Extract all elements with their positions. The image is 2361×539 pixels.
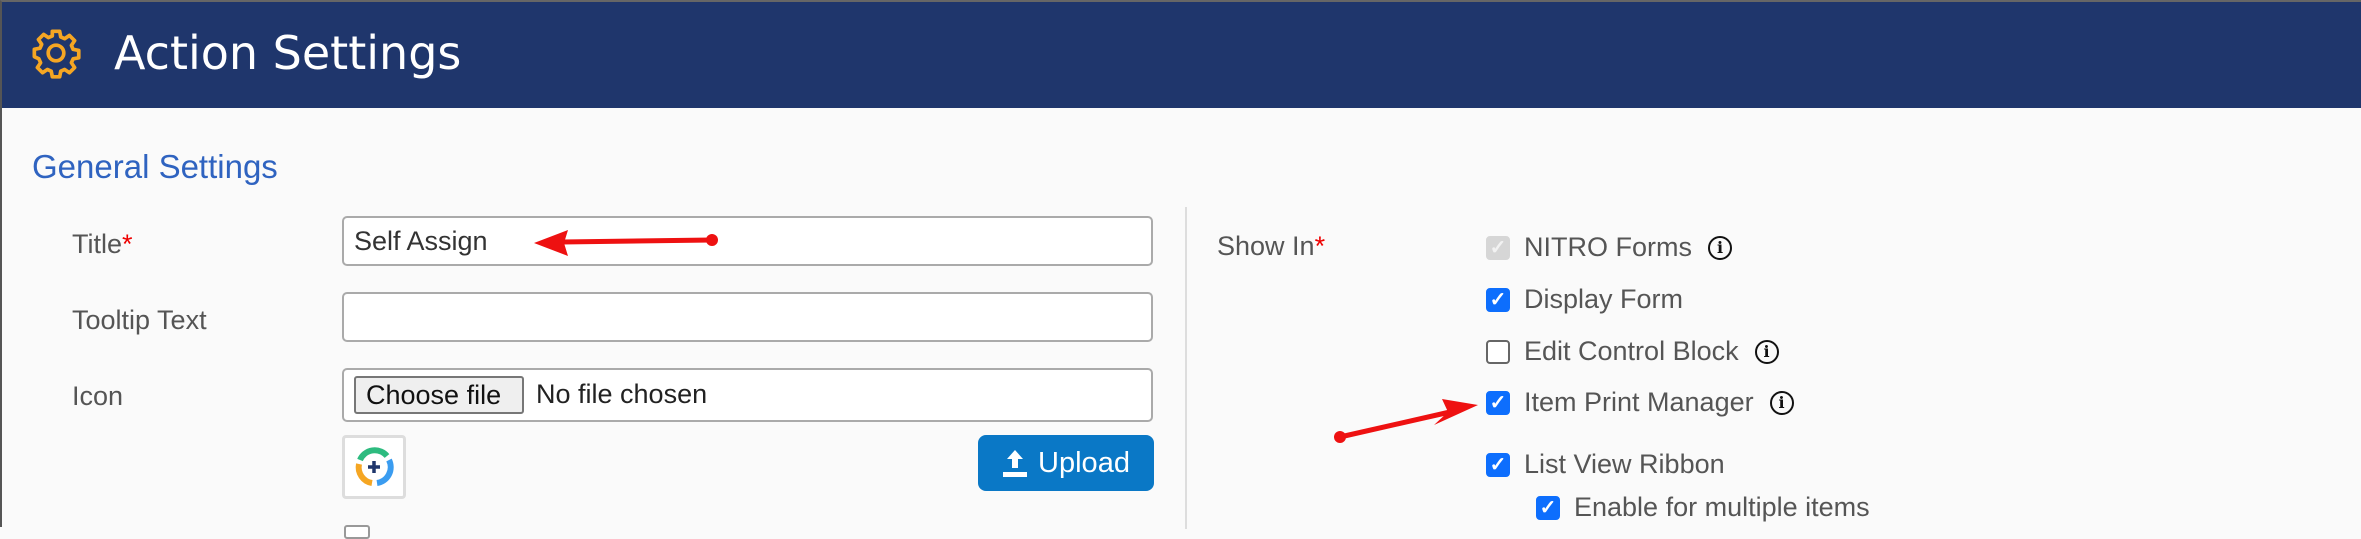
annotation-arrow-item-print-manager	[1334, 399, 1478, 443]
circular-arrows-plus-icon	[355, 447, 394, 486]
upload-button[interactable]: Upload	[978, 435, 1154, 491]
file-status-text: No file chosen	[536, 379, 708, 409]
icon-file-input[interactable]: Choose file No file chosen	[342, 368, 1153, 422]
title-input[interactable]: Self Assign	[342, 216, 1153, 266]
display-form-checkbox[interactable]: ✓	[1486, 287, 1510, 312]
gear-icon	[32, 29, 81, 79]
column-divider	[1185, 207, 1187, 529]
option-item-print-manager[interactable]: ✓ Item Print Manager i	[1486, 387, 1794, 418]
nitro-forms-checkbox: ✓	[1486, 235, 1510, 260]
list-view-ribbon-checkbox[interactable]: ✓	[1486, 452, 1510, 477]
title-input-value: Self Assign	[354, 226, 488, 256]
info-icon[interactable]: i	[1769, 390, 1794, 415]
section-title-general-settings: General Settings	[32, 148, 278, 185]
item-print-manager-label: Item Print Manager	[1524, 387, 1754, 417]
list-view-ribbon-label: List View Ribbon	[1524, 449, 1725, 479]
info-icon[interactable]: i	[1754, 339, 1779, 364]
tooltip-text-input[interactable]	[342, 292, 1153, 342]
icon-preview	[342, 435, 406, 499]
tooltip-text-label: Tooltip Text	[72, 305, 207, 335]
choose-file-button[interactable]: Choose file	[354, 376, 524, 414]
upload-arrow-icon	[1003, 450, 1028, 477]
show-in-label: Show In*	[1217, 231, 1325, 262]
enable-multiple-items-label: Enable for multiple items	[1574, 492, 1870, 522]
required-mark: *	[122, 229, 133, 259]
display-form-label: Display Form	[1524, 284, 1684, 314]
partial-checkbox[interactable]	[344, 525, 370, 539]
upload-button-label: Upload	[1038, 446, 1130, 479]
item-print-manager-checkbox[interactable]: ✓	[1486, 390, 1510, 415]
option-enable-for-multiple-items[interactable]: ✓ Enable for multiple items	[1536, 492, 1870, 523]
enable-multiple-items-checkbox[interactable]: ✓	[1536, 495, 1560, 520]
title-label: Title*	[72, 229, 133, 260]
icon-label: Icon	[72, 381, 124, 411]
option-edit-control-block[interactable]: Edit Control Block i	[1486, 336, 1779, 367]
option-display-form[interactable]: ✓ Display Form	[1486, 284, 1683, 315]
show-in-label-text: Show In	[1217, 231, 1315, 261]
info-icon[interactable]: i	[1708, 235, 1732, 260]
edit-control-block-checkbox[interactable]	[1486, 339, 1510, 364]
required-mark: *	[1314, 231, 1326, 261]
nitro-forms-label: NITRO Forms	[1524, 232, 1692, 262]
option-nitro-forms[interactable]: ✓ NITRO Forms i	[1486, 232, 1732, 263]
edit-control-block-label: Edit Control Block	[1524, 336, 1739, 366]
option-list-view-ribbon[interactable]: ✓ List View Ribbon	[1486, 449, 1725, 480]
page-title: Action Settings	[114, 26, 462, 80]
title-label-text: Title	[72, 229, 123, 259]
page-header: Action Settings	[2, 2, 2361, 108]
